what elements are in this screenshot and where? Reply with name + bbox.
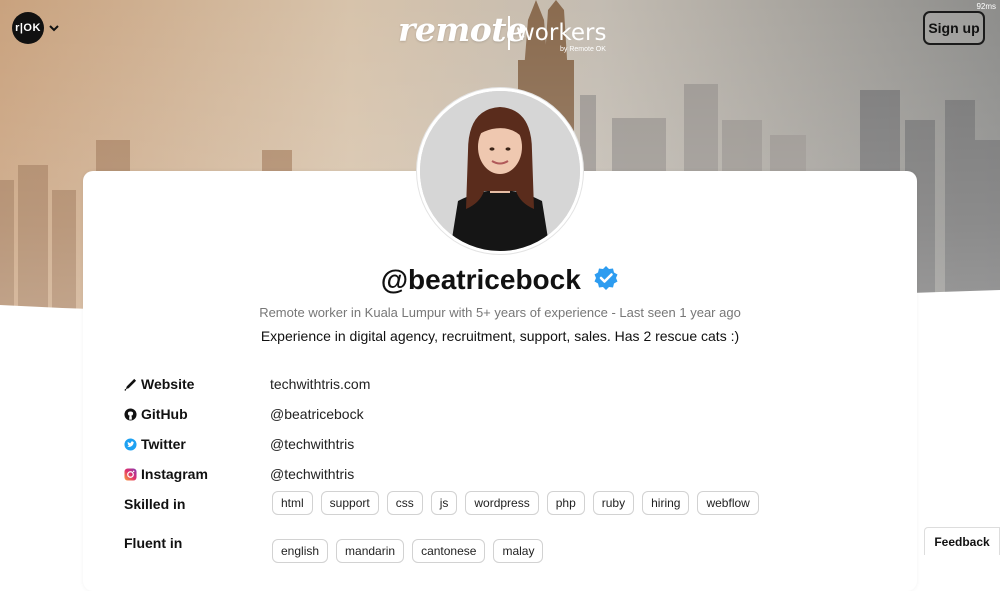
instagram-link[interactable]: @techwithtris	[270, 466, 354, 482]
timing-indicator: 92ms	[976, 2, 996, 11]
skill-tag[interactable]: hiring	[642, 491, 690, 515]
skill-tag[interactable]: ruby	[592, 491, 635, 515]
github-row: GitHub @beatricebock	[124, 406, 924, 426]
instagram-label: Instagram	[141, 466, 208, 482]
language-tag[interactable]: cantonese	[412, 539, 486, 563]
brand-divider	[508, 16, 510, 50]
skill-tag[interactable]: js	[430, 491, 458, 515]
language-tag[interactable]: malay	[493, 539, 544, 563]
skill-tag[interactable]: webflow	[697, 491, 759, 515]
twitter-row: Twitter @techwithtris	[124, 436, 924, 456]
instagram-row: Instagram @techwithtris	[124, 466, 924, 486]
website-link[interactable]: techwithtris.com	[270, 376, 370, 392]
language-tag[interactable]: mandarin	[336, 539, 405, 563]
website-row: Website techwithtris.com	[124, 376, 924, 396]
twitter-label: Twitter	[141, 436, 186, 452]
skill-tag[interactable]: wordpress	[465, 491, 539, 515]
remote-workers-brand[interactable]: remote workers by Remote OK	[398, 10, 608, 56]
skills-tag-list: html support css js wordpress php ruby h…	[272, 491, 759, 515]
skill-tag[interactable]: php	[546, 491, 585, 515]
site-logo-menu[interactable]: r|OK	[12, 12, 60, 44]
twitter-icon	[124, 437, 137, 451]
chevron-down-icon[interactable]	[48, 22, 60, 34]
profile-bio: Experience in digital agency, recruitmen…	[260, 328, 740, 344]
twitter-link[interactable]: @techwithtris	[270, 436, 354, 452]
top-bar: r|OK remote workers by Remote OK 92ms Si…	[0, 0, 1000, 60]
brand-workers-text: workers	[516, 20, 607, 46]
profile-handle: @beatricebock	[380, 264, 581, 295]
instagram-icon	[124, 467, 137, 481]
languages-row: Fluent in english mandarin cantonese mal…	[124, 535, 924, 563]
pen-icon	[124, 378, 137, 391]
github-label: GitHub	[141, 406, 188, 422]
profile-avatar	[417, 88, 583, 254]
profile-handle-row: @beatricebock	[0, 264, 1000, 296]
skill-tag[interactable]: html	[272, 491, 313, 515]
brand-byline: by Remote OK	[560, 46, 606, 53]
feedback-button[interactable]: Feedback	[924, 527, 1000, 555]
languages-tag-list: english mandarin cantonese malay	[272, 539, 544, 563]
website-label: Website	[141, 376, 195, 392]
languages-label: Fluent in	[124, 535, 183, 551]
github-icon	[124, 407, 137, 421]
signup-button[interactable]: Sign up	[923, 11, 985, 45]
language-tag[interactable]: english	[272, 539, 329, 563]
skills-label: Skilled in	[124, 496, 186, 512]
github-link[interactable]: @beatricebock	[270, 406, 364, 422]
remoteok-logo[interactable]: r|OK	[12, 12, 44, 44]
verified-badge-icon	[594, 266, 618, 290]
profile-subtitle: Remote worker in Kuala Lumpur with 5+ ye…	[259, 305, 741, 320]
skills-row: Skilled in html support css js wordpress…	[124, 491, 924, 516]
skill-tag[interactable]: support	[320, 491, 379, 515]
skill-tag[interactable]: css	[386, 491, 423, 515]
